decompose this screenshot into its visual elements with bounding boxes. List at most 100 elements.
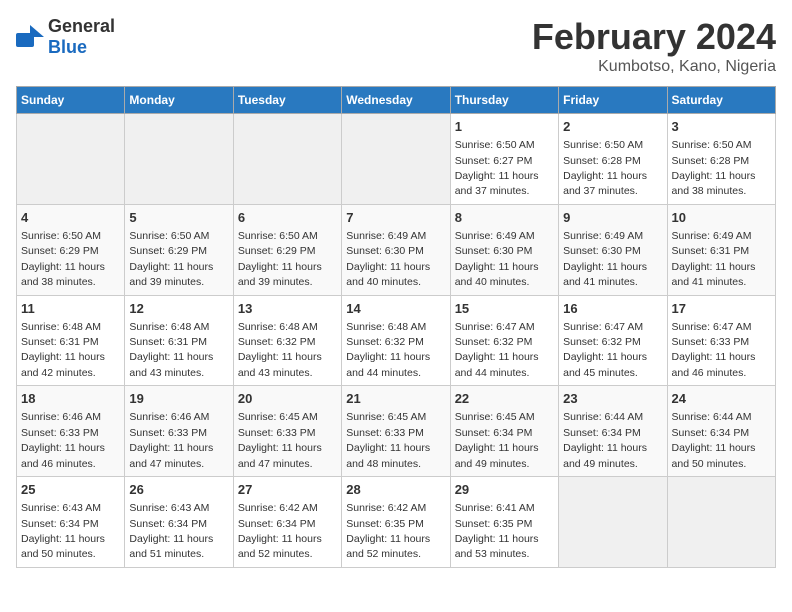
cell-info: Sunrise: 6:45 AM Sunset: 6:33 PM Dayligh… — [238, 411, 322, 469]
page-header: General Blue February 2024 Kumbotso, Kan… — [16, 16, 776, 76]
cell-info: Sunrise: 6:45 AM Sunset: 6:33 PM Dayligh… — [346, 411, 430, 469]
header-thursday: Thursday — [450, 87, 558, 114]
calendar-cell — [559, 477, 667, 568]
cell-info: Sunrise: 6:42 AM Sunset: 6:35 PM Dayligh… — [346, 502, 430, 560]
cell-info: Sunrise: 6:48 AM Sunset: 6:32 PM Dayligh… — [238, 321, 322, 379]
day-number: 20 — [238, 390, 337, 408]
calendar-cell — [667, 477, 775, 568]
cell-info: Sunrise: 6:49 AM Sunset: 6:30 PM Dayligh… — [455, 230, 539, 288]
day-number: 6 — [238, 209, 337, 227]
calendar-cell: 24 Sunrise: 6:44 AM Sunset: 6:34 PM Dayli… — [667, 386, 775, 477]
cell-info: Sunrise: 6:46 AM Sunset: 6:33 PM Dayligh… — [129, 411, 213, 469]
cell-info: Sunrise: 6:47 AM Sunset: 6:32 PM Dayligh… — [563, 321, 647, 379]
cell-info: Sunrise: 6:50 AM Sunset: 6:29 PM Dayligh… — [238, 230, 322, 288]
day-number: 1 — [455, 118, 554, 136]
calendar-cell: 23 Sunrise: 6:44 AM Sunset: 6:34 PM Dayli… — [559, 386, 667, 477]
calendar-cell — [342, 114, 450, 205]
day-number: 9 — [563, 209, 662, 227]
header-tuesday: Tuesday — [233, 87, 341, 114]
day-number: 5 — [129, 209, 228, 227]
calendar-cell: 20 Sunrise: 6:45 AM Sunset: 6:33 PM Dayli… — [233, 386, 341, 477]
calendar-cell — [125, 114, 233, 205]
day-number: 29 — [455, 481, 554, 499]
calendar-body: 1 Sunrise: 6:50 AM Sunset: 6:27 PM Daylig… — [17, 114, 776, 568]
logo-blue: Blue — [48, 37, 87, 57]
day-number: 11 — [21, 300, 120, 318]
cell-info: Sunrise: 6:50 AM Sunset: 6:29 PM Dayligh… — [129, 230, 213, 288]
week-row-1: 1 Sunrise: 6:50 AM Sunset: 6:27 PM Daylig… — [17, 114, 776, 205]
header-saturday: Saturday — [667, 87, 775, 114]
calendar-cell: 16 Sunrise: 6:47 AM Sunset: 6:32 PM Dayli… — [559, 295, 667, 386]
cell-info: Sunrise: 6:47 AM Sunset: 6:32 PM Dayligh… — [455, 321, 539, 379]
calendar-cell: 15 Sunrise: 6:47 AM Sunset: 6:32 PM Dayli… — [450, 295, 558, 386]
day-number: 25 — [21, 481, 120, 499]
day-number: 18 — [21, 390, 120, 408]
calendar-header-row: SundayMondayTuesdayWednesdayThursdayFrid… — [17, 87, 776, 114]
day-number: 23 — [563, 390, 662, 408]
cell-info: Sunrise: 6:48 AM Sunset: 6:31 PM Dayligh… — [129, 321, 213, 379]
cell-info: Sunrise: 6:48 AM Sunset: 6:31 PM Dayligh… — [21, 321, 105, 379]
calendar-cell: 28 Sunrise: 6:42 AM Sunset: 6:35 PM Dayli… — [342, 477, 450, 568]
calendar-cell: 13 Sunrise: 6:48 AM Sunset: 6:32 PM Dayli… — [233, 295, 341, 386]
week-row-3: 11 Sunrise: 6:48 AM Sunset: 6:31 PM Dayli… — [17, 295, 776, 386]
cell-info: Sunrise: 6:49 AM Sunset: 6:30 PM Dayligh… — [346, 230, 430, 288]
day-number: 13 — [238, 300, 337, 318]
header-sunday: Sunday — [17, 87, 125, 114]
day-number: 24 — [672, 390, 771, 408]
day-number: 3 — [672, 118, 771, 136]
day-number: 28 — [346, 481, 445, 499]
calendar-cell: 19 Sunrise: 6:46 AM Sunset: 6:33 PM Dayli… — [125, 386, 233, 477]
cell-info: Sunrise: 6:44 AM Sunset: 6:34 PM Dayligh… — [563, 411, 647, 469]
day-number: 15 — [455, 300, 554, 318]
calendar-cell: 14Sunrise: 6:48 AM Sunset: 6:32 PM Dayli… — [342, 295, 450, 386]
calendar-cell: 1 Sunrise: 6:50 AM Sunset: 6:27 PM Daylig… — [450, 114, 558, 205]
cell-info: Sunrise: 6:49 AM Sunset: 6:30 PM Dayligh… — [563, 230, 647, 288]
title-area: February 2024 Kumbotso, Kano, Nigeria — [532, 16, 776, 76]
calendar-cell: 26 Sunrise: 6:43 AM Sunset: 6:34 PM Dayli… — [125, 477, 233, 568]
day-number: 26 — [129, 481, 228, 499]
cell-info: Sunrise: 6:50 AM Sunset: 6:28 PM Dayligh… — [563, 139, 647, 197]
cell-info: Sunrise: 6:44 AM Sunset: 6:34 PM Dayligh… — [672, 411, 756, 469]
calendar-cell: 9 Sunrise: 6:49 AM Sunset: 6:30 PM Daylig… — [559, 204, 667, 295]
cell-info: Sunrise: 6:43 AM Sunset: 6:34 PM Dayligh… — [129, 502, 213, 560]
day-number: 8 — [455, 209, 554, 227]
header-wednesday: Wednesday — [342, 87, 450, 114]
calendar-cell — [17, 114, 125, 205]
header-friday: Friday — [559, 87, 667, 114]
subtitle: Kumbotso, Kano, Nigeria — [532, 58, 776, 76]
calendar-cell — [233, 114, 341, 205]
day-number: 16 — [563, 300, 662, 318]
calendar-cell: 6 Sunrise: 6:50 AM Sunset: 6:29 PM Daylig… — [233, 204, 341, 295]
header-monday: Monday — [125, 87, 233, 114]
calendar-cell: 7 Sunrise: 6:49 AM Sunset: 6:30 PM Daylig… — [342, 204, 450, 295]
calendar-cell: 4 Sunrise: 6:50 AM Sunset: 6:29 PM Daylig… — [17, 204, 125, 295]
cell-info: Sunrise: 6:50 AM Sunset: 6:29 PM Dayligh… — [21, 230, 105, 288]
cell-info: Sunrise: 6:50 AM Sunset: 6:28 PM Dayligh… — [672, 139, 756, 197]
day-number: 17 — [672, 300, 771, 318]
calendar-cell: 29Sunrise: 6:41 AM Sunset: 6:35 PM Dayli… — [450, 477, 558, 568]
day-number: 19 — [129, 390, 228, 408]
cell-info: Sunrise: 6:45 AM Sunset: 6:34 PM Dayligh… — [455, 411, 539, 469]
calendar-cell: 12 Sunrise: 6:48 AM Sunset: 6:31 PM Dayli… — [125, 295, 233, 386]
calendar-cell: 22 Sunrise: 6:45 AM Sunset: 6:34 PM Dayli… — [450, 386, 558, 477]
calendar-cell: 3 Sunrise: 6:50 AM Sunset: 6:28 PM Daylig… — [667, 114, 775, 205]
calendar-cell: 2Sunrise: 6:50 AM Sunset: 6:28 PM Daylig… — [559, 114, 667, 205]
day-number: 22 — [455, 390, 554, 408]
calendar-cell: 17Sunrise: 6:47 AM Sunset: 6:33 PM Dayli… — [667, 295, 775, 386]
week-row-5: 25 Sunrise: 6:43 AM Sunset: 6:34 PM Dayli… — [17, 477, 776, 568]
day-number: 10 — [672, 209, 771, 227]
calendar-cell: 5 Sunrise: 6:50 AM Sunset: 6:29 PM Daylig… — [125, 204, 233, 295]
calendar-cell: 18Sunrise: 6:46 AM Sunset: 6:33 PM Dayli… — [17, 386, 125, 477]
day-number: 12 — [129, 300, 228, 318]
day-number: 27 — [238, 481, 337, 499]
day-number: 21 — [346, 390, 445, 408]
day-number: 7 — [346, 209, 445, 227]
calendar-cell: 21 Sunrise: 6:45 AM Sunset: 6:33 PM Dayli… — [342, 386, 450, 477]
calendar-cell: 27Sunrise: 6:42 AM Sunset: 6:34 PM Dayli… — [233, 477, 341, 568]
logo: General Blue — [16, 16, 115, 58]
cell-info: Sunrise: 6:49 AM Sunset: 6:31 PM Dayligh… — [672, 230, 756, 288]
day-number: 4 — [21, 209, 120, 227]
cell-info: Sunrise: 6:50 AM Sunset: 6:27 PM Dayligh… — [455, 139, 539, 197]
calendar-table: SundayMondayTuesdayWednesdayThursdayFrid… — [16, 86, 776, 568]
week-row-2: 4 Sunrise: 6:50 AM Sunset: 6:29 PM Daylig… — [17, 204, 776, 295]
